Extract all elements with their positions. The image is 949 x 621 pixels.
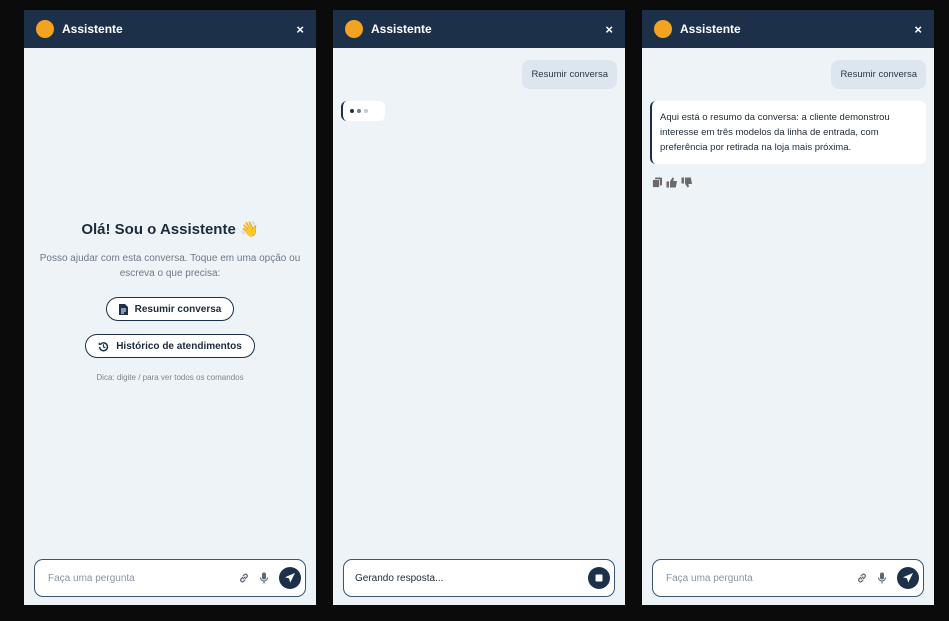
assistant-avatar [654,20,672,38]
copy-icon[interactable] [651,176,663,188]
send-icon [285,573,295,583]
assistant-panel-generating: Assistente × Resumir conversa Gerando re… [333,10,625,605]
typing-dot [350,109,354,113]
thumbs-up-icon[interactable] [666,176,678,188]
stop-button[interactable] [588,567,610,589]
assistant-avatar [36,20,54,38]
user-message-bubble: Resumir conversa [831,60,926,89]
welcome-heading: Olá! Sou o Assistente 👋 [81,221,259,238]
assistant-panel-welcome: Assistente × Olá! Sou o Assistente 👋 Pos… [24,10,316,605]
document-icon [118,303,128,315]
assistant-avatar [345,20,363,38]
thumbs-down-icon[interactable] [681,176,693,188]
commands-tip: Dica: digite / para ver todos os comando… [96,373,244,382]
panel-title: Assistente [62,22,123,36]
close-button[interactable]: × [296,22,304,37]
panel-header: Assistente × [24,10,316,48]
chat-input-bar [652,559,924,597]
panel-header: Assistente × [642,10,934,48]
history-icon [98,341,109,351]
send-button[interactable] [897,567,919,589]
user-message-bubble: Resumir conversa [522,60,617,89]
typing-indicator [341,101,385,121]
panel-header: Assistente × [333,10,625,48]
generating-status: Gerando resposta... [355,572,444,584]
send-button[interactable] [279,567,301,589]
question-input[interactable] [46,571,236,585]
link-icon[interactable] [854,570,870,586]
assistant-panel-answer: Assistente × Resumir conversa Aqui está … [642,10,934,605]
message-actions [651,176,693,188]
stop-icon [595,574,603,582]
chip-label: Histórico de atendimentos [116,340,242,352]
wave-emoji-icon: 👋 [239,221,259,238]
history-chip-button[interactable]: Histórico de atendimentos [85,334,255,358]
send-icon [903,573,913,583]
chat-input-bar: Gerando resposta... [343,559,615,597]
link-icon[interactable] [236,570,252,586]
chip-label: Resumir conversa [134,303,222,315]
panel-title: Assistente [680,22,741,36]
welcome-text: Posso ajudar com esta conversa. Toque em… [39,253,301,279]
panel-title: Assistente [371,22,432,36]
mic-icon[interactable] [256,570,272,586]
typing-dot [364,109,368,113]
close-button[interactable]: × [605,22,613,37]
summarize-chip-button[interactable]: Resumir conversa [105,297,235,321]
assistant-message-bubble: Aqui está o resumo da conversa: a client… [650,101,926,164]
close-button[interactable]: × [914,22,922,37]
chat-input-bar [34,559,306,597]
mic-icon[interactable] [874,570,890,586]
welcome-section: Olá! Sou o Assistente 👋 Posso ajudar com… [24,220,316,382]
question-input[interactable] [664,571,854,585]
typing-dot [357,109,361,113]
